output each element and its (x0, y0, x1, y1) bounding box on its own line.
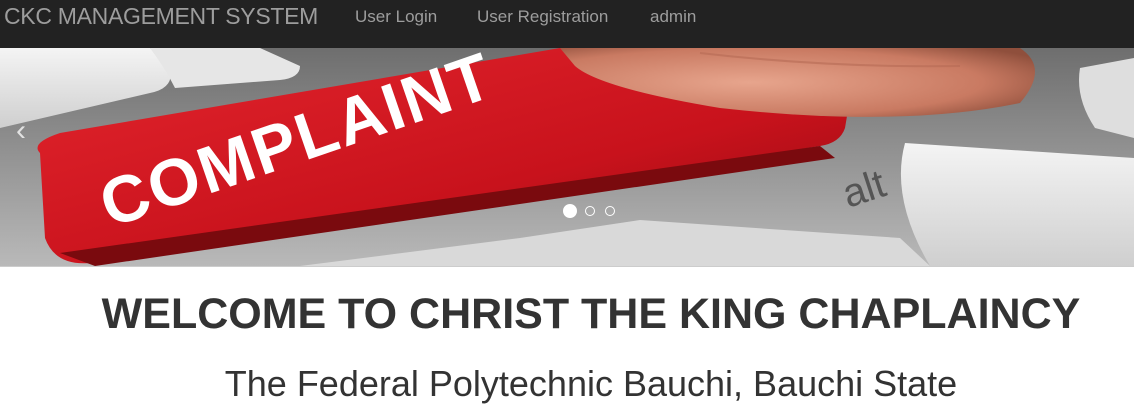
welcome-heading: WELCOME TO CHRIST THE KING CHAPLAINCY (101, 290, 1081, 338)
complaint-keyboard-image: COMPLAINT alt (0, 48, 1134, 266)
carousel-indicator-1[interactable] (563, 204, 577, 218)
nav-user-registration[interactable]: User Registration (477, 7, 608, 27)
institution-subheading: The Federal Polytechnic Bauchi, Bauchi S… (224, 363, 958, 404)
brand-link[interactable]: CKC MANAGEMENT SYSTEM (4, 3, 318, 30)
carousel-indicator-3[interactable] (605, 206, 615, 216)
hero-carousel: COMPLAINT alt ‹ (0, 48, 1134, 266)
chevron-left-icon[interactable]: ‹ (16, 114, 26, 148)
nav-user-login[interactable]: User Login (355, 7, 437, 27)
carousel-indicator-2[interactable] (585, 206, 595, 216)
divider (0, 266, 1134, 267)
nav-admin[interactable]: admin (650, 7, 696, 27)
top-navbar: CKC MANAGEMENT SYSTEM User Login User Re… (0, 0, 1134, 48)
